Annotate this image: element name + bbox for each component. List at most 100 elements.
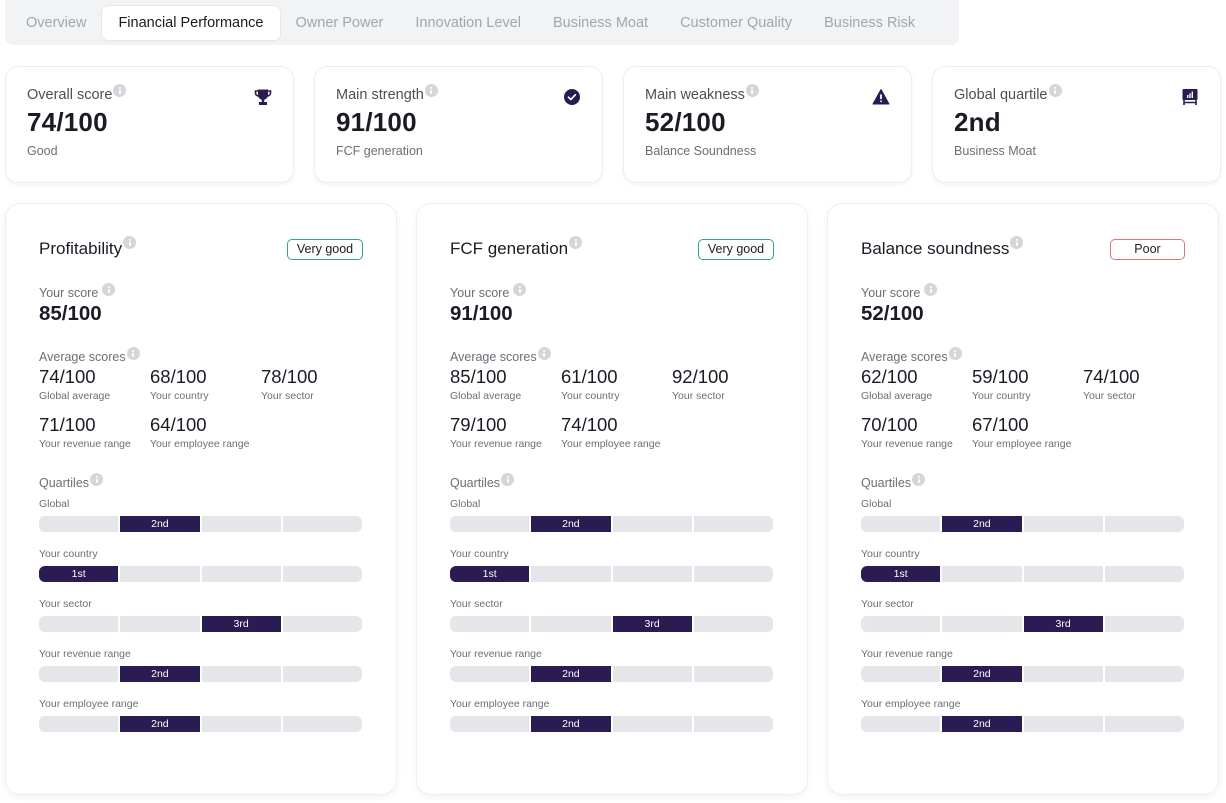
- info-icon[interactable]: [424, 84, 438, 97]
- average-value: 92/100: [672, 366, 729, 387]
- quartile-segment: [450, 516, 530, 532]
- quartile-segment: [612, 666, 692, 682]
- quartiles-label: Quartiles: [39, 476, 90, 490]
- info-icon[interactable]: [102, 283, 116, 296]
- quartile-segment: [612, 566, 692, 582]
- average-item-global: 85/100 Global average: [450, 366, 561, 402]
- average-value: 70/100: [861, 414, 918, 435]
- quartile-segment: [450, 666, 530, 682]
- quartile-row-label: Your country: [861, 548, 920, 560]
- quartile-segment: [861, 666, 941, 682]
- tab-overview[interactable]: Overview: [10, 6, 102, 40]
- info-icon[interactable]: [513, 283, 527, 296]
- quartile-row-label: Your revenue range: [39, 648, 131, 660]
- detail-title-wrap: Balance soundness: [861, 236, 1024, 259]
- average-value: 59/100: [972, 366, 1029, 387]
- tab-financial-performance[interactable]: Financial Performance: [102, 5, 280, 40]
- tab-bar: Overview Financial Performance Owner Pow…: [5, 0, 959, 45]
- quartile-segment: [693, 566, 773, 582]
- info-icon[interactable]: [948, 347, 962, 360]
- quartile-segment: [612, 716, 692, 732]
- average-item-global: 74/100 Global average: [39, 366, 150, 402]
- quartile-segment: [1023, 666, 1103, 682]
- quartile-segment: [201, 566, 281, 582]
- info-icon[interactable]: [1010, 236, 1024, 249]
- quartile-segment-active: 1st: [450, 566, 530, 582]
- detail-title-wrap: Profitability: [39, 236, 137, 259]
- quartile-segment-active: 1st: [861, 566, 941, 582]
- quartiles-list: Global 2nd Your country 1st Your sector 3rd Yo…: [450, 498, 774, 732]
- info-icon[interactable]: [1048, 84, 1062, 97]
- quartiles-list: Global 2nd Your country 1st Your sector 3rd Yo…: [861, 498, 1185, 732]
- average-item-sector: 92/100 Your sector: [672, 366, 783, 402]
- quartile-bar: 1st: [450, 566, 773, 582]
- detail-header: Balance soundness Poor: [861, 236, 1185, 260]
- quartile-segment-active: 2nd: [120, 716, 200, 732]
- tab-business-risk[interactable]: Business Risk: [808, 6, 931, 40]
- average-item-employee-range: 74/100 Your employee range: [561, 414, 672, 450]
- average-caption: Your country: [972, 390, 1031, 402]
- detail-header: Profitability Very good: [39, 236, 363, 260]
- average-caption: Global average: [861, 390, 933, 402]
- quartile-segment: [531, 616, 611, 632]
- tab-customer-quality[interactable]: Customer Quality: [664, 6, 808, 40]
- your-score-value: 52/100: [861, 302, 924, 325]
- info-icon[interactable]: [912, 473, 926, 486]
- info-icon[interactable]: [126, 347, 140, 360]
- quartile-bar: 2nd: [861, 716, 1184, 732]
- average-scores-label: Average scores: [861, 350, 948, 364]
- summary-card-overall-score: Overall score 74/100 Good: [6, 67, 293, 182]
- average-value: 61/100: [561, 366, 618, 387]
- quartile-segment: [39, 516, 119, 532]
- quartile-bar: 2nd: [450, 716, 773, 732]
- quartile-segment-active: 2nd: [942, 716, 1022, 732]
- quartile-segment: [1023, 566, 1103, 582]
- quartile-row-label: Your country: [450, 548, 509, 560]
- quartiles-label: Quartiles: [861, 476, 912, 490]
- info-icon[interactable]: [90, 473, 104, 486]
- quartile-segment: [1104, 666, 1184, 682]
- average-item-country: 59/100 Your country: [972, 366, 1083, 402]
- info-icon[interactable]: [123, 236, 137, 249]
- summary-value: 74/100: [27, 107, 108, 137]
- average-caption: Your sector: [672, 390, 725, 402]
- average-value: 74/100: [561, 414, 618, 435]
- tab-owner-power[interactable]: Owner Power: [280, 6, 400, 40]
- quartile-segment: [39, 716, 119, 732]
- detail-title-wrap: FCF generation: [450, 236, 583, 259]
- info-icon[interactable]: [924, 283, 938, 296]
- quartile-row-label: Your employee range: [450, 698, 550, 710]
- average-caption: Your revenue range: [861, 438, 953, 450]
- quartiles-label-wrap: Quartiles: [39, 473, 363, 490]
- summary-value: 52/100: [645, 107, 726, 137]
- average-item-revenue-range: 70/100 Your revenue range: [861, 414, 972, 450]
- detail-card-profitability: Profitability Very good Your score 85/10…: [6, 204, 396, 794]
- quartile-segment: [1104, 566, 1184, 582]
- summary-label: Main strength: [336, 87, 424, 103]
- quartile-segment: [39, 616, 119, 632]
- detail-title: Profitability: [39, 239, 123, 258]
- quartile-segment: [1104, 716, 1184, 732]
- average-value: 64/100: [150, 414, 207, 435]
- your-score-label: Your score: [39, 286, 99, 300]
- average-caption: Your employee range: [972, 438, 1072, 450]
- quartile-segment-active: 2nd: [531, 716, 611, 732]
- quartile-segment: [942, 616, 1022, 632]
- quartile-segment-active: 1st: [39, 566, 119, 582]
- info-icon[interactable]: [537, 347, 551, 360]
- quartile-row-label: Your employee range: [861, 698, 961, 710]
- info-icon[interactable]: [501, 473, 515, 486]
- quartile-segment: [1104, 516, 1184, 532]
- tab-business-moat[interactable]: Business Moat: [537, 6, 664, 40]
- your-score-value: 91/100: [450, 302, 513, 325]
- quartile-bar: 2nd: [39, 716, 362, 732]
- info-icon[interactable]: [745, 84, 759, 97]
- quartile-segment: [39, 666, 119, 682]
- average-item-employee-range: 67/100 Your employee range: [972, 414, 1083, 450]
- average-caption: Your revenue range: [39, 438, 131, 450]
- info-icon[interactable]: [113, 84, 127, 97]
- quartile-segment-active: 2nd: [942, 666, 1022, 682]
- summary-label: Global quartile: [954, 87, 1048, 103]
- info-icon[interactable]: [569, 236, 583, 249]
- tab-innovation-level[interactable]: Innovation Level: [399, 6, 537, 40]
